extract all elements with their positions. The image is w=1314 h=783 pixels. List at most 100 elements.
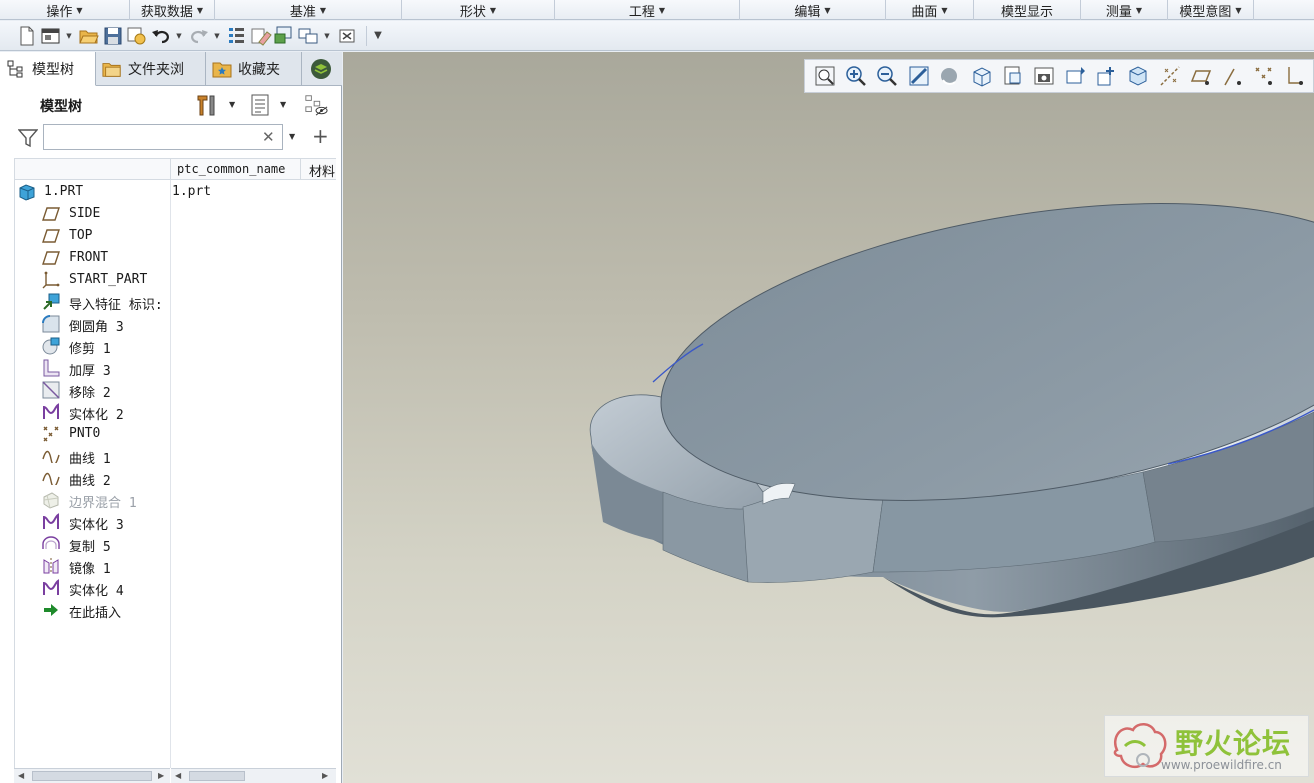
undo-button[interactable] bbox=[150, 25, 172, 47]
ribbon-group-operations[interactable]: 操作 ▼ bbox=[0, 0, 130, 20]
chevron-down-icon[interactable]: ▼ bbox=[280, 100, 286, 109]
folder-open-icon bbox=[79, 30, 99, 43]
undo-icon bbox=[152, 29, 169, 43]
window-icon bbox=[41, 28, 60, 43]
tree-row-trim[interactable]: 修剪 1 bbox=[14, 335, 336, 357]
tree-row-thicken[interactable]: 加厚 3 bbox=[14, 357, 336, 379]
customize-toolbar-chevron-icon[interactable]: ▼ bbox=[373, 25, 383, 47]
tab-folder-browser[interactable]: 文件夹浏 bbox=[96, 52, 206, 86]
ribbon-group-editing[interactable]: 编辑 ▼ bbox=[740, 0, 886, 20]
regenerate-button[interactable] bbox=[226, 25, 248, 47]
tree-row-boundary-blend[interactable]: 边界混合 1 bbox=[14, 489, 336, 511]
perspective-view-button[interactable] bbox=[1031, 62, 1058, 90]
coordinate-system-icon bbox=[42, 271, 60, 289]
tree-horizontal-scrollbar[interactable]: ◀ ▶ bbox=[14, 768, 170, 783]
scroll-thumb[interactable] bbox=[32, 771, 152, 781]
chevron-down-icon[interactable]: ▼ bbox=[64, 25, 74, 47]
csys-display-button[interactable] bbox=[1250, 62, 1277, 90]
tree-row-front[interactable]: FRONT bbox=[14, 247, 336, 269]
scroll-thumb[interactable] bbox=[189, 771, 245, 781]
window-switch-button[interactable] bbox=[274, 25, 296, 47]
clear-search-icon[interactable]: ✕ bbox=[262, 128, 275, 146]
tree-row-solidify-2[interactable]: 实体化 2 bbox=[14, 401, 336, 423]
column-header-common-name[interactable]: ptc_common_name bbox=[170, 159, 300, 180]
zoom-in-button[interactable] bbox=[842, 62, 869, 90]
ribbon-group-shapes[interactable]: 形状 ▼ bbox=[402, 0, 555, 20]
ribbon-group-get-data[interactable]: 获取数据 ▼ bbox=[130, 0, 215, 20]
new-file-button[interactable] bbox=[16, 25, 38, 47]
chevron-down-icon[interactable]: ▼ bbox=[322, 25, 332, 47]
scroll-right-icon[interactable]: ▶ bbox=[322, 771, 328, 780]
datum-display-button[interactable] bbox=[1062, 62, 1089, 90]
regenerate-icon bbox=[229, 27, 244, 43]
chevron-down-icon[interactable]: ▼ bbox=[174, 25, 184, 47]
axis-display-button[interactable] bbox=[1156, 62, 1183, 90]
tree-row-solidify-4[interactable]: 实体化 4 bbox=[14, 577, 336, 599]
tree-row-start-part[interactable]: START_PART bbox=[14, 269, 336, 291]
tree-row-pnt0[interactable]: PNT0 bbox=[14, 423, 336, 445]
refit-button[interactable] bbox=[811, 62, 838, 90]
view-manager-button[interactable] bbox=[999, 62, 1026, 90]
scroll-left-icon[interactable]: ◀ bbox=[175, 771, 181, 780]
part-model[interactable] bbox=[343, 52, 1314, 783]
hidden-items-button[interactable] bbox=[304, 93, 328, 117]
columns-horizontal-scrollbar[interactable]: ◀ ▶ bbox=[171, 768, 336, 783]
close-window-button[interactable] bbox=[336, 25, 358, 47]
settings-tools-button[interactable] bbox=[194, 93, 218, 117]
saved-orientations-button[interactable] bbox=[968, 62, 995, 90]
round-icon bbox=[42, 315, 60, 333]
watermark-url: www.proewildfire.cn bbox=[1161, 758, 1282, 772]
annotation-display-button[interactable] bbox=[1125, 62, 1152, 90]
save-copy-button[interactable] bbox=[126, 25, 148, 47]
ribbon-group-datum[interactable]: 基准 ▼ bbox=[215, 0, 402, 20]
tree-row-part[interactable]: 1.PRT 1.prt bbox=[14, 181, 336, 203]
model-tree-search-input[interactable] bbox=[43, 124, 283, 150]
ribbon-group-surfaces[interactable]: 曲面 ▼ bbox=[886, 0, 974, 20]
watermark-title: 野火论坛 bbox=[1175, 727, 1292, 760]
tree-row-round[interactable]: 倒圆角 3 bbox=[14, 313, 336, 335]
tree-row-top[interactable]: TOP bbox=[14, 225, 336, 247]
scroll-right-icon[interactable]: ▶ bbox=[158, 771, 164, 780]
tree-row-insert-here[interactable]: 在此插入 bbox=[14, 599, 336, 621]
ribbon-group-model-intent[interactable]: 模型意图 ▼ bbox=[1168, 0, 1254, 20]
tree-row-remove[interactable]: 移除 2 bbox=[14, 379, 336, 401]
plane-display-button[interactable] bbox=[1188, 62, 1215, 90]
open-button[interactable] bbox=[78, 25, 100, 47]
column-header-material[interactable]: 材料 bbox=[300, 159, 336, 180]
tab-layers[interactable] bbox=[302, 52, 340, 86]
chevron-down-icon[interactable]: ▼ bbox=[229, 100, 235, 109]
tree-row-curve-1[interactable]: 曲线 1 bbox=[14, 445, 336, 467]
filter-icon[interactable] bbox=[18, 128, 38, 148]
ribbon-group-engineering[interactable]: 工程 ▼ bbox=[555, 0, 740, 20]
quick-access-toolbar: ▼ ▼ ▼ ▼ ▼ bbox=[0, 21, 1314, 51]
spin-display-button[interactable] bbox=[1282, 62, 1309, 90]
zoom-out-button[interactable] bbox=[874, 62, 901, 90]
graphics-viewport[interactable]: 野火论坛 www.proewildfire.cn bbox=[343, 52, 1314, 783]
scroll-left-icon[interactable]: ◀ bbox=[18, 771, 24, 780]
chevron-down-icon[interactable]: ▼ bbox=[212, 25, 222, 47]
chevron-down-icon[interactable]: ▼ bbox=[289, 132, 295, 141]
tree-row-curve-2[interactable]: 曲线 2 bbox=[14, 467, 336, 489]
tab-favorites[interactable]: 收藏夹 bbox=[206, 52, 302, 86]
tab-model-tree[interactable]: 模型树 bbox=[0, 52, 96, 86]
erase-button[interactable] bbox=[250, 25, 272, 47]
save-button[interactable] bbox=[102, 25, 124, 47]
tree-row-solidify-3[interactable]: 实体化 3 bbox=[14, 511, 336, 533]
redo-button[interactable] bbox=[188, 25, 210, 47]
tree-row-import-feature[interactable]: 导入特征 标识: bbox=[14, 291, 336, 313]
point-display-icon bbox=[1223, 68, 1241, 86]
spin-center-button[interactable] bbox=[1093, 62, 1120, 90]
windows-button[interactable] bbox=[298, 25, 320, 47]
tree-row-mirror[interactable]: 镜像 1 bbox=[14, 555, 336, 577]
ribbon-group-model-display[interactable]: 模型显示 bbox=[974, 0, 1081, 20]
tree-row-copy[interactable]: 复制 5 bbox=[14, 533, 336, 555]
display-style-button[interactable] bbox=[937, 62, 964, 90]
tree-column-header: ptc_common_name 材料 bbox=[14, 158, 336, 180]
tree-row-side[interactable]: SIDE bbox=[14, 203, 336, 225]
ribbon-group-measure[interactable]: 测量 ▼ bbox=[1081, 0, 1168, 20]
open-session-button[interactable] bbox=[40, 25, 62, 47]
repaint-button[interactable] bbox=[905, 62, 932, 90]
show-options-button[interactable] bbox=[248, 93, 272, 117]
add-filter-button[interactable]: + bbox=[312, 124, 329, 148]
point-display-button[interactable] bbox=[1219, 62, 1246, 90]
